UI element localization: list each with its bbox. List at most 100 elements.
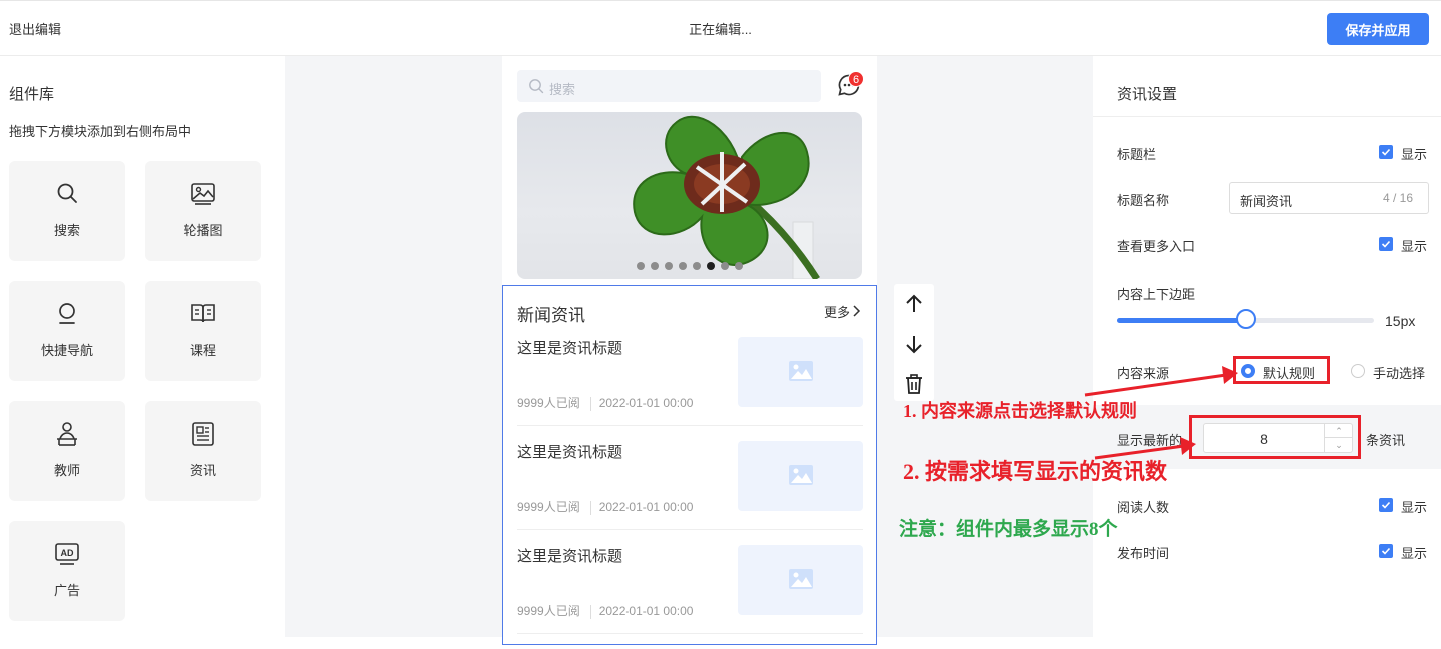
news-item[interactable]: 这里是资讯标题 9999人已阅 2022-01-01 00:00 (517, 441, 863, 545)
padding-value: 15px (1385, 313, 1416, 329)
carousel-dot[interactable] (678, 262, 687, 270)
source-label: 内容来源 (1117, 366, 1170, 381)
clover-image (633, 115, 820, 279)
publish-time-label: 发布时间 (1117, 546, 1170, 561)
title-bar-show-label: 显示 (1401, 147, 1428, 162)
check-icon (1381, 148, 1391, 156)
carousel-dot[interactable] (734, 262, 743, 270)
news-item-reads: 9999人已阅 (517, 396, 580, 410)
latest-prefix: 显示最新的 (1117, 433, 1183, 448)
component-label: 搜索 (53, 223, 80, 238)
news-item-time: 2022-01-01 00:00 (598, 396, 694, 410)
news-item-title: 这里是资讯标题 (517, 548, 623, 565)
news-item[interactable]: 这里是资讯标题 9999人已阅 2022-01-01 00:00 (517, 545, 863, 649)
publish-time-checkbox[interactable] (1379, 544, 1393, 558)
svg-text:AD: AD (61, 548, 74, 558)
move-up-icon[interactable] (902, 292, 926, 316)
divider (589, 604, 591, 619)
annotation-note: 注意：组件内最多显示8个 (899, 519, 1118, 540)
component-label: 教师 (53, 463, 80, 478)
component-carousel[interactable]: 轮播图 (145, 161, 261, 261)
component-quick-nav[interactable]: 快捷导航 (9, 281, 125, 381)
top-bar: 退出编辑 正在编辑... 保存并应用 (0, 0, 1441, 56)
annotation-box-source (1233, 356, 1330, 384)
carousel-dot[interactable] (692, 262, 701, 270)
more-entry-checkbox[interactable] (1379, 237, 1393, 251)
carousel-dot[interactable] (706, 262, 715, 270)
teacher-icon (9, 421, 125, 447)
title-bar-checkbox[interactable] (1379, 145, 1393, 159)
edit-status: 正在编辑... (689, 22, 752, 37)
settings-title: 资讯设置 (1117, 86, 1178, 103)
ad-icon: AD (9, 541, 125, 567)
carousel-dot[interactable] (650, 262, 659, 270)
component-news[interactable]: 资讯 (145, 401, 261, 501)
component-teacher[interactable]: 教师 (9, 401, 125, 501)
news-item-title: 这里是资讯标题 (517, 444, 623, 461)
search-icon (9, 181, 125, 207)
check-icon (1381, 547, 1391, 555)
component-library: 组件库 拖拽下方模块添加到右侧布局中 搜索 轮播图 快捷导航 课程 教师 资讯 … (0, 56, 285, 637)
image-icon (145, 181, 261, 207)
more-entry-show-label: 显示 (1401, 239, 1428, 254)
annotation-step1: 1. 内容来源点击选择默认规则 (903, 401, 1137, 421)
slider-fill (1117, 318, 1246, 323)
padding-label: 内容上下边距 (1117, 287, 1196, 302)
news-item-meta: 9999人已阅 2022-01-01 00:00 (517, 602, 693, 619)
library-title: 组件库 (9, 86, 55, 103)
settings-panel: 资讯设置 标题栏 显示 标题名称 新闻资讯 4 / 16 查看更多入口 显示 内… (1093, 56, 1441, 637)
read-count-checkbox[interactable] (1379, 498, 1393, 512)
source-manual-label[interactable]: 手动选择 (1373, 363, 1425, 382)
exit-edit-link[interactable]: 退出编辑 (9, 19, 61, 38)
nav-icon (9, 301, 125, 327)
carousel-dot[interactable] (720, 262, 729, 270)
more-entry-label: 查看更多入口 (1117, 239, 1196, 254)
editor-canvas: 搜索 6 新闻资讯 更多 这里是资讯标题 9999人已阅 2022-01-01 … (285, 56, 1093, 645)
component-search[interactable]: 搜索 (9, 161, 125, 261)
carousel-banner[interactable] (517, 112, 862, 279)
news-item-reads: 9999人已阅 (517, 604, 580, 618)
title-name-counter: 4 / 16 (1382, 191, 1413, 205)
library-subtitle: 拖拽下方模块添加到右侧布局中 (9, 124, 192, 139)
carousel-dot[interactable] (636, 262, 645, 270)
news-more-link[interactable]: 更多 (824, 302, 850, 321)
source-manual-radio[interactable] (1351, 364, 1365, 378)
delete-icon[interactable] (902, 372, 926, 396)
search-icon (528, 78, 544, 97)
news-thumbnail (738, 337, 863, 407)
carousel-dot[interactable] (664, 262, 673, 270)
news-item-meta: 9999人已阅 2022-01-01 00:00 (517, 394, 693, 411)
chevron-right-icon (853, 305, 861, 320)
title-name-input[interactable]: 新闻资讯 4 / 16 (1229, 182, 1429, 214)
check-icon (1381, 501, 1391, 509)
news-item[interactable]: 这里是资讯标题 9999人已阅 2022-01-01 00:00 (517, 337, 863, 441)
image-placeholder-icon (789, 569, 813, 589)
preview-search-bar[interactable]: 搜索 (517, 70, 821, 102)
news-item-reads: 9999人已阅 (517, 500, 580, 514)
image-placeholder-icon (789, 361, 813, 381)
annotation-step2: 2. 按需求填写显示的资讯数 (903, 459, 1168, 484)
divider (589, 396, 591, 411)
divider (1093, 116, 1441, 117)
news-thumbnail (738, 545, 863, 615)
news-item-title: 这里是资讯标题 (517, 340, 623, 357)
component-ad[interactable]: AD 广告 (9, 521, 125, 621)
search-placeholder: 搜索 (549, 82, 576, 97)
read-count-label: 阅读人数 (1117, 500, 1170, 515)
newspaper-icon (145, 421, 261, 447)
slider-handle[interactable] (1235, 309, 1256, 329)
news-component[interactable]: 新闻资讯 更多 这里是资讯标题 9999人已阅 2022-01-01 00:00 … (502, 285, 877, 645)
check-icon (1381, 240, 1391, 248)
image-placeholder-icon (789, 465, 813, 485)
title-name-label: 标题名称 (1117, 193, 1170, 208)
latest-suffix: 条资讯 (1366, 433, 1406, 448)
move-down-icon[interactable] (902, 332, 926, 356)
save-and-apply-button[interactable]: 保存并应用 (1327, 13, 1429, 45)
component-toolbar (894, 284, 934, 401)
book-icon (145, 301, 261, 327)
news-thumbnail (738, 441, 863, 511)
title-name-value: 新闻资讯 (1240, 194, 1293, 209)
component-course[interactable]: 课程 (145, 281, 261, 381)
message-badge: 6 (848, 71, 864, 87)
read-count-show-label: 显示 (1401, 500, 1428, 515)
